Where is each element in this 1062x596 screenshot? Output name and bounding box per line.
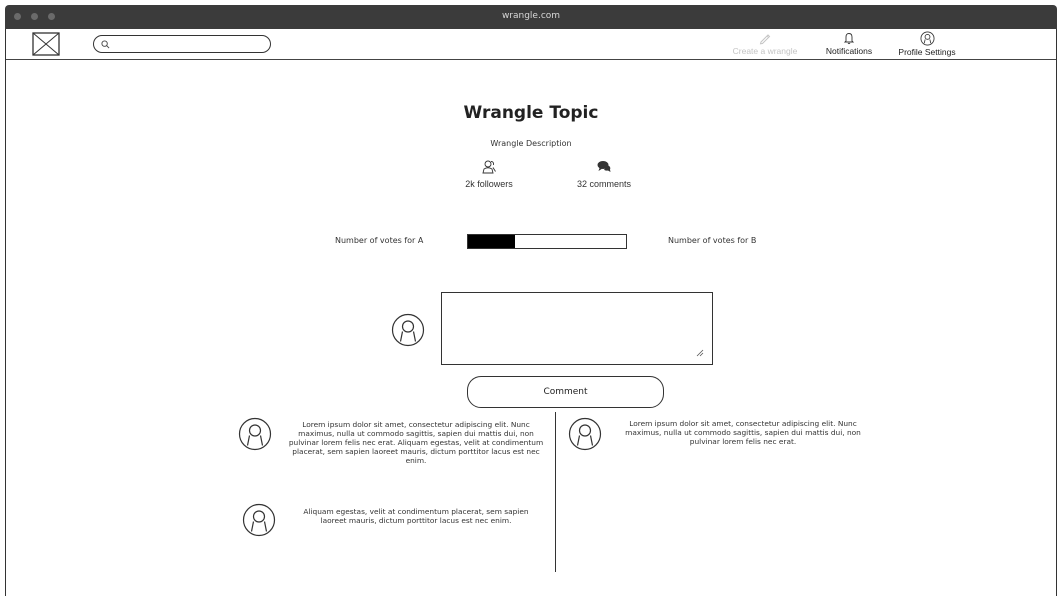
- bell-icon: [843, 33, 855, 45]
- chat-bubbles-icon: [597, 161, 611, 172]
- search-icon: [101, 39, 110, 48]
- browser-viewport: Create a wrangle Notifications Profile S…: [5, 29, 1057, 596]
- comment-text: Aliquam egestas, velit at condimentum pl…: [303, 507, 529, 525]
- search-bar: [93, 35, 271, 53]
- profile-settings-link[interactable]: Profile Settings: [890, 31, 964, 57]
- pencil-icon: [759, 34, 771, 45]
- followers-count: 2k followers: [465, 179, 513, 189]
- vote-progress-bar: [467, 234, 627, 249]
- comments-stat[interactable]: 32 comments: [566, 159, 642, 189]
- votes-b-label: Number of votes for B: [668, 236, 757, 245]
- comment-text: Lorem ipsum dolor sit amet, consectetur …: [625, 419, 861, 446]
- notifications-link[interactable]: Notifications: [814, 31, 884, 56]
- window-title: wrangle.com: [501, 11, 561, 21]
- comment-button[interactable]: Comment: [467, 376, 664, 408]
- comments-count: 32 comments: [576, 179, 632, 189]
- thread-divider: [555, 412, 556, 572]
- topic-title: Wrangle Topic: [463, 103, 599, 123]
- top-navbar: Create a wrangle Notifications Profile S…: [6, 29, 1056, 60]
- user-avatar-icon: [242, 503, 276, 537]
- create-wrangle-link[interactable]: Create a wrangle: [728, 31, 802, 56]
- user-avatar-icon: [391, 313, 425, 347]
- resize-grip-icon[interactable]: [696, 349, 704, 357]
- comment-input[interactable]: [441, 292, 713, 365]
- topic-description: Wrangle Description: [490, 139, 572, 148]
- user-avatar-icon: [568, 417, 602, 451]
- users-icon: [482, 160, 496, 174]
- window-titlebar: wrangle.com: [5, 5, 1057, 29]
- votes-a-label: Number of votes for A: [335, 236, 424, 245]
- user-circle-icon: [920, 31, 934, 46]
- user-avatar-icon: [238, 417, 272, 451]
- image-placeholder-icon[interactable]: [32, 32, 60, 56]
- create-wrangle-label: Create a wrangle: [732, 46, 798, 56]
- vote-progress-fill: [468, 235, 516, 248]
- profile-settings-label: Profile Settings: [898, 47, 956, 57]
- followers-stat[interactable]: 2k followers: [454, 159, 524, 189]
- comment-text: Lorem ipsum dolor sit amet, consectetur …: [288, 420, 544, 465]
- search-input[interactable]: [113, 39, 263, 49]
- notifications-label: Notifications: [825, 46, 873, 56]
